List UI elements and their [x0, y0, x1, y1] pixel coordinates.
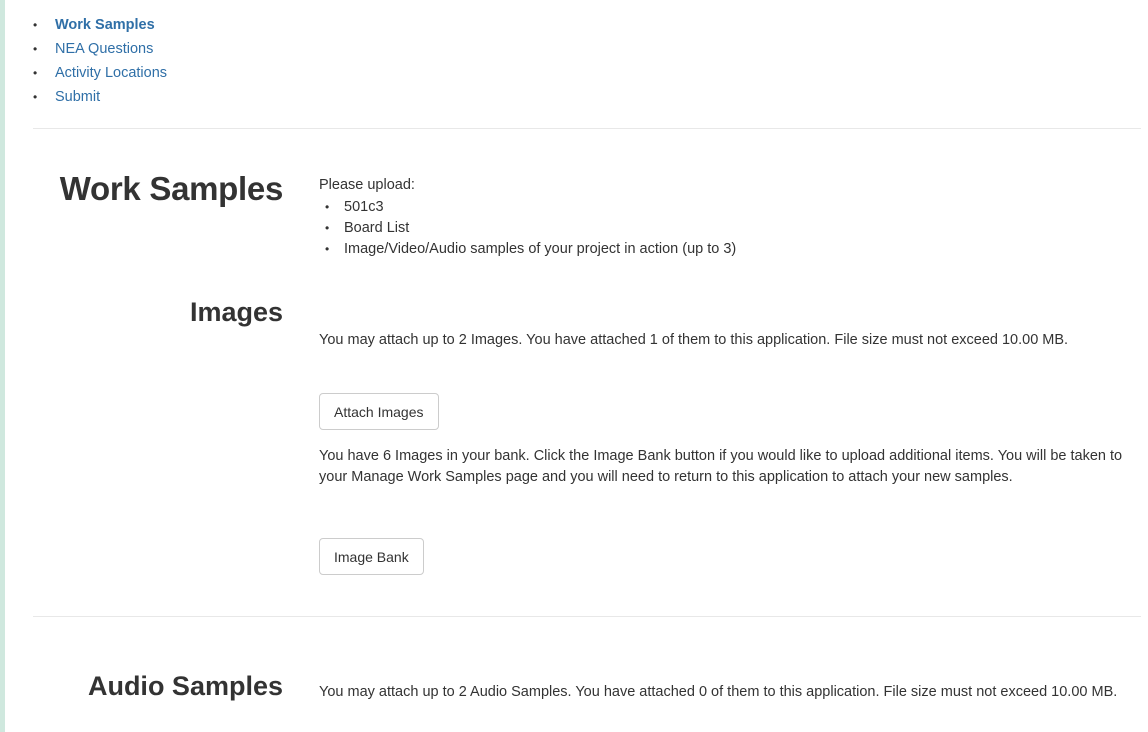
image-bank-text: You have 6 Images in your bank. Click th… — [319, 448, 1123, 485]
upload-item: • Board List — [325, 218, 736, 239]
bullet-icon: • — [325, 221, 330, 235]
nav-item-activity-locations: • Activity Locations — [33, 62, 167, 86]
section-divider — [33, 616, 1141, 617]
nav-link-activity-locations[interactable]: Activity Locations — [55, 65, 167, 81]
work-samples-heading: Work Samples — [59, 170, 284, 207]
attach-images-button[interactable]: Attach Images — [319, 393, 439, 430]
nav-item-nea-questions: • NEA Questions — [33, 38, 167, 62]
upload-label: Please upload: — [319, 177, 415, 193]
audio-attach-text: You may attach up to 2 Audio Samples. Yo… — [319, 684, 1118, 700]
bullet-icon: • — [33, 90, 38, 104]
left-accent-bar — [0, 0, 5, 732]
images-attach-text: You may attach up to 2 Images. You have … — [319, 332, 1069, 348]
bullet-icon: • — [33, 18, 38, 32]
images-heading: Images — [189, 297, 283, 327]
image-bank-button[interactable]: Image Bank — [319, 538, 424, 575]
upload-item-text: Image/Video/Audio samples of your projec… — [344, 241, 737, 257]
image-bank-info: You have 6 Images in your bank. Click th… — [319, 446, 1141, 488]
nav-link-work-samples[interactable]: Work Samples — [55, 17, 155, 33]
bullet-icon: • — [33, 42, 38, 56]
nav-link-nea-questions[interactable]: NEA Questions — [55, 41, 153, 57]
upload-requirements-list: • 501c3 • Board List • Image/Video/Audio… — [325, 197, 736, 260]
images-attach-info: You may attach up to 2 Images. You have … — [319, 330, 1141, 351]
upload-item: • 501c3 — [325, 197, 736, 218]
nav-item-submit: • Submit — [33, 86, 167, 110]
audio-attach-info: You may attach up to 2 Audio Samples. Yo… — [319, 682, 1141, 703]
upload-item: • Image/Video/Audio samples of your proj… — [325, 239, 736, 260]
bullet-icon: • — [33, 66, 38, 80]
section-nav: • Work Samples • NEA Questions • Activit… — [33, 14, 167, 110]
section-divider — [33, 128, 1141, 129]
bullet-icon: • — [325, 200, 330, 214]
nav-link-submit[interactable]: Submit — [55, 89, 100, 105]
bullet-icon: • — [325, 242, 330, 256]
upload-item-text: Board List — [344, 220, 410, 236]
audio-samples-heading: Audio Samples — [87, 671, 283, 701]
application-page: • Work Samples • NEA Questions • Activit… — [0, 0, 1148, 732]
nav-item-work-samples: • Work Samples — [33, 14, 167, 38]
upload-item-text: 501c3 — [344, 199, 384, 215]
